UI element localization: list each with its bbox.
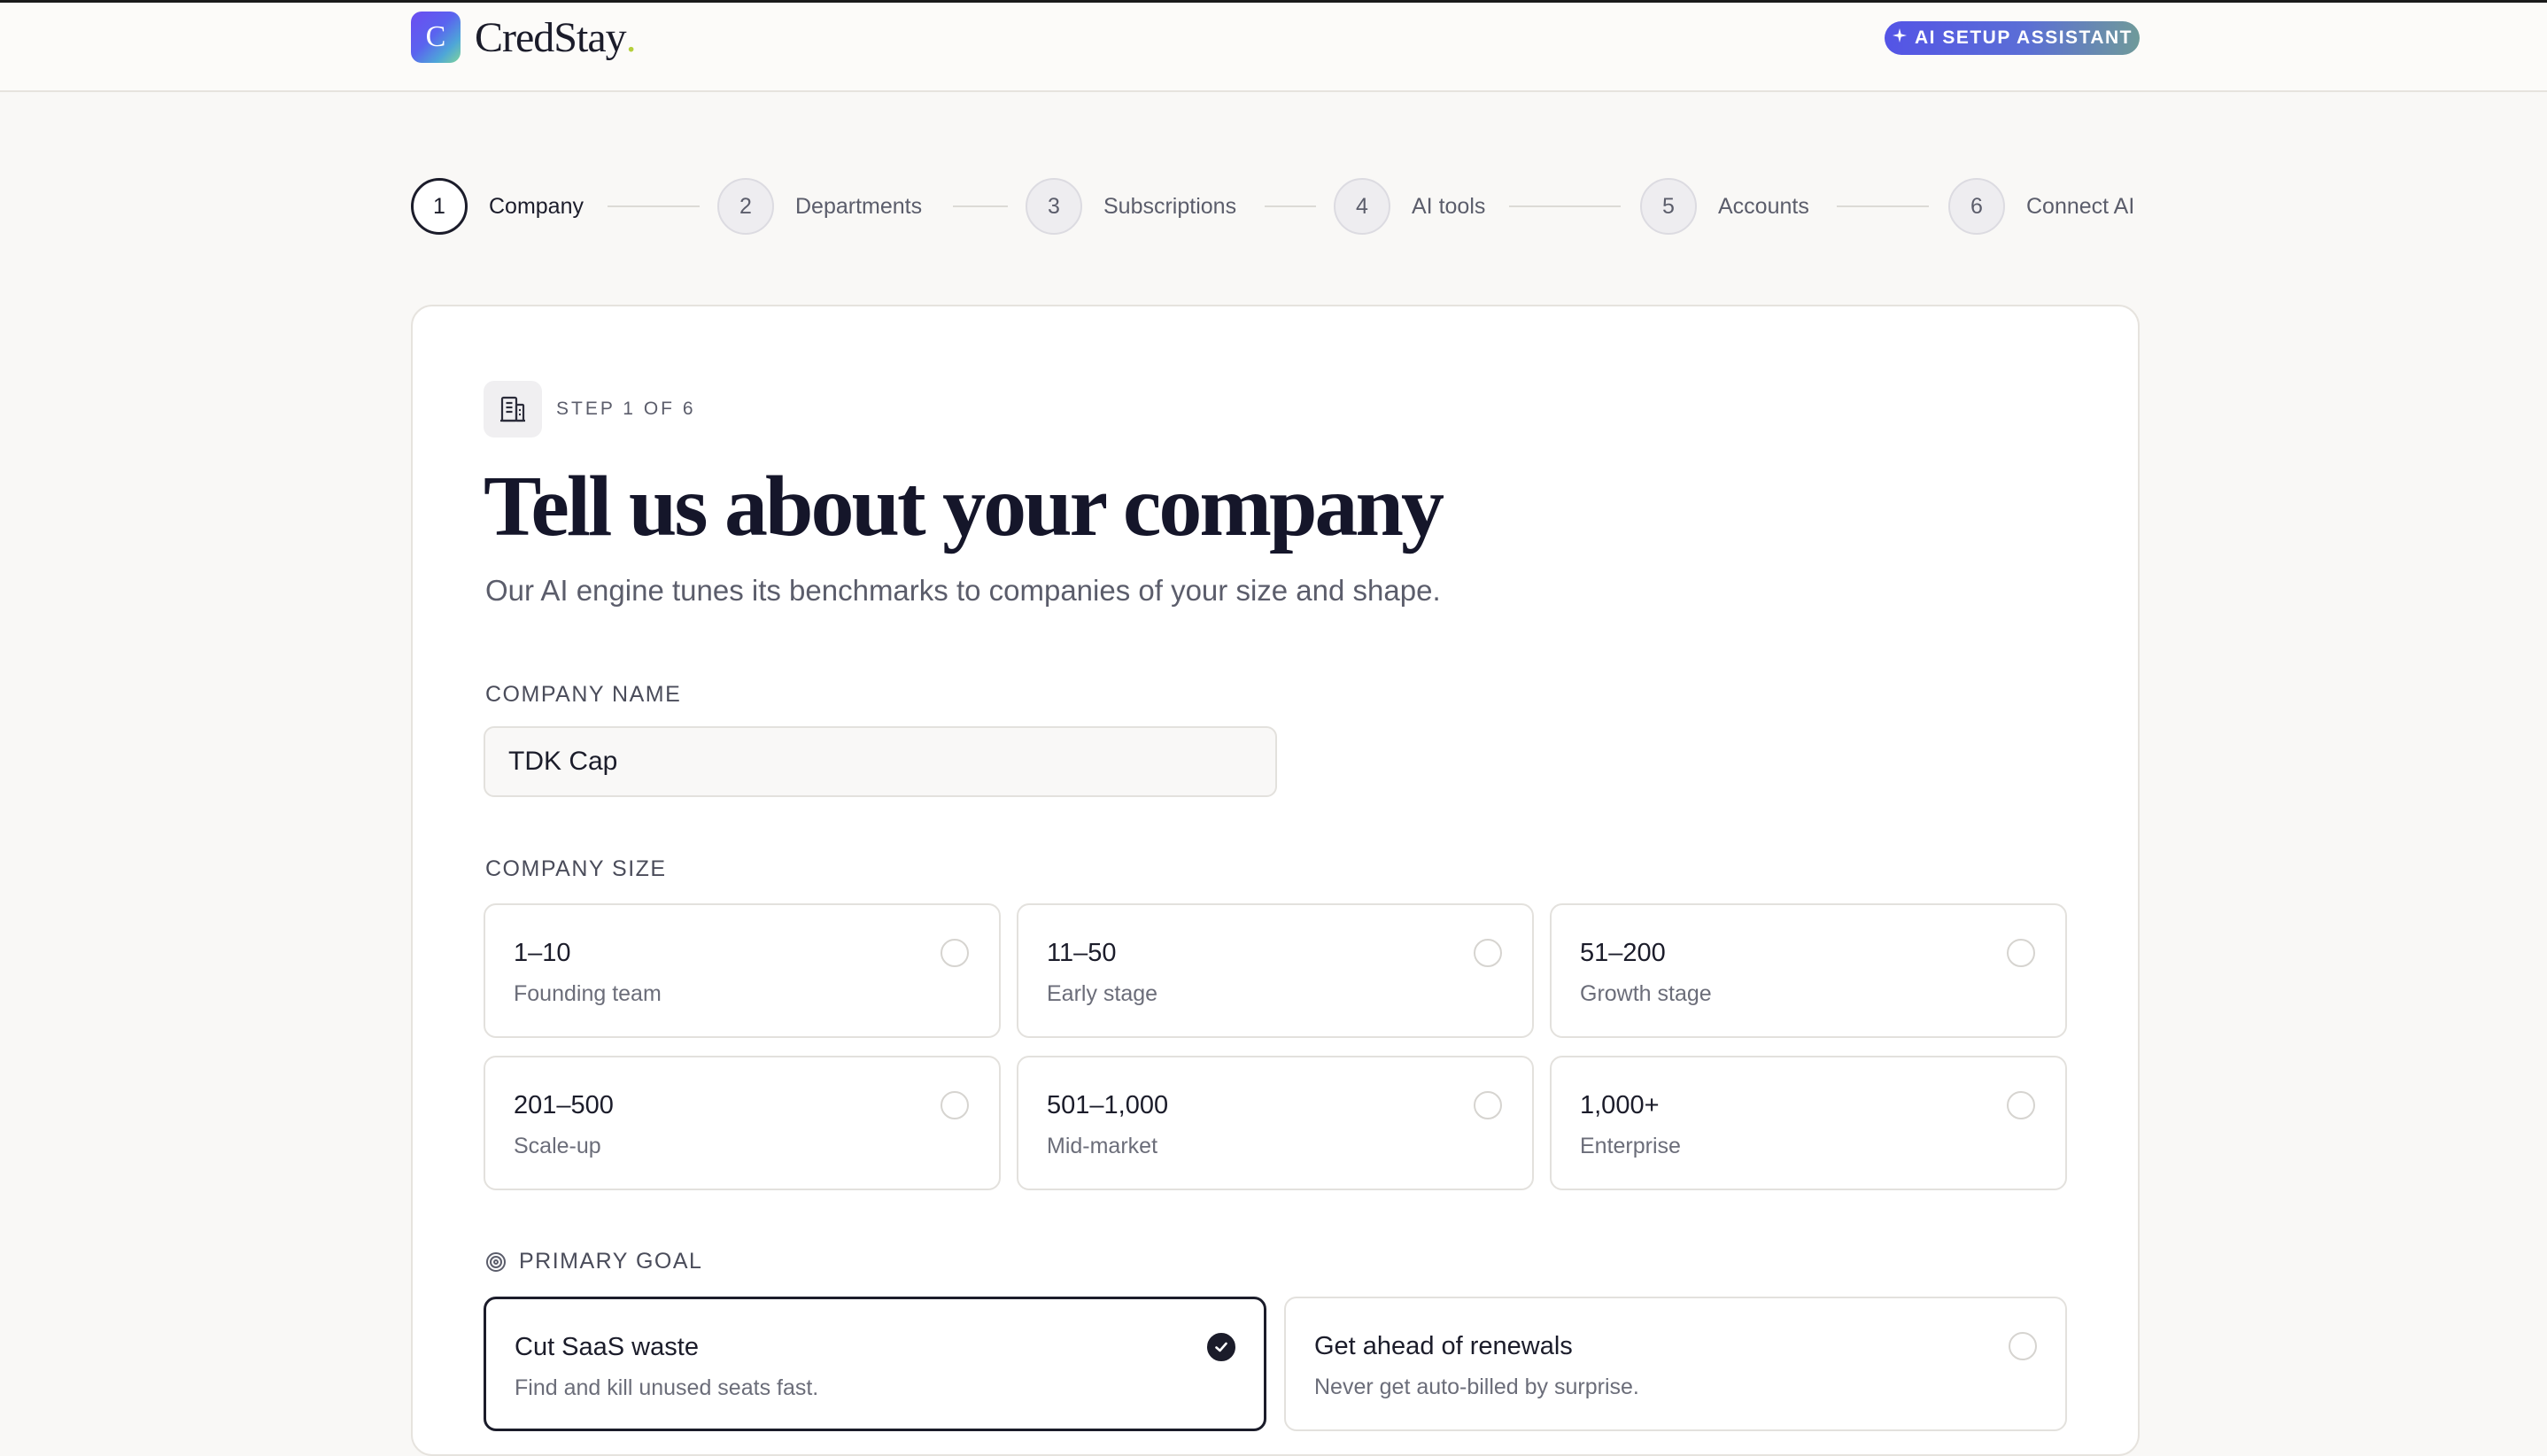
size-option-51-200[interactable]: 51–200 Growth stage: [1550, 903, 2067, 1038]
progress-stepper: 1 Company 2 Departments 3 Subscriptions …: [411, 177, 2140, 236]
step-connector: [953, 205, 1008, 207]
option-subtitle: Never get auto-billed by surprise.: [1314, 1375, 1639, 1399]
ai-setup-assistant-label: AI SETUP ASSISTANT: [1915, 27, 2133, 48]
step-connect-ai[interactable]: 6 Connect AI: [1948, 177, 2134, 236]
option-subtitle: Find and kill unused seats fast.: [515, 1375, 819, 1400]
target-icon: [485, 1251, 507, 1273]
step-accounts[interactable]: 5 Accounts: [1640, 177, 1809, 236]
step-label: Accounts: [1718, 193, 1809, 219]
radio-button[interactable]: [1474, 939, 1502, 967]
step-number: 3: [1026, 178, 1082, 235]
step-connector: [1837, 205, 1929, 207]
step-subscriptions[interactable]: 3 Subscriptions: [1026, 177, 1236, 236]
size-option-11-50[interactable]: 11–50 Early stage: [1017, 903, 1534, 1038]
primary-goal-label: PRIMARY GOAL: [485, 1249, 702, 1274]
step-label: AI tools: [1412, 193, 1486, 219]
option-subtitle: Mid-market: [1047, 1134, 1158, 1158]
option-title: 1–10: [514, 939, 571, 967]
check-icon: [1213, 1339, 1229, 1355]
step-indicator: STEP 1 OF 6: [556, 399, 696, 419]
primary-goal-text: PRIMARY GOAL: [519, 1249, 703, 1274]
goal-option-cut-saas-waste[interactable]: Cut SaaS waste Find and kill unused seat…: [484, 1297, 1266, 1431]
radio-button-checked[interactable]: [1207, 1333, 1235, 1361]
option-title: 51–200: [1580, 939, 1666, 967]
building-icon: [484, 381, 542, 438]
option-subtitle: Growth stage: [1580, 981, 1712, 1006]
company-size-label: COMPANY SIZE: [485, 856, 667, 881]
option-subtitle: Scale-up: [514, 1134, 601, 1158]
option-subtitle: Enterprise: [1580, 1134, 1681, 1158]
step-number: 2: [717, 178, 774, 235]
step-number: 5: [1640, 178, 1697, 235]
step-number: 6: [1948, 178, 2005, 235]
radio-button[interactable]: [941, 939, 969, 967]
logo-mark: C: [411, 12, 461, 63]
radio-button[interactable]: [2007, 939, 2035, 967]
logo[interactable]: C CredStay.: [411, 12, 637, 63]
option-title: 11–50: [1047, 939, 1117, 967]
option-title: Get ahead of renewals: [1314, 1332, 1573, 1360]
brand-name: CredStay: [475, 13, 627, 61]
step-connector: [1509, 205, 1621, 207]
step-label: Company: [489, 193, 584, 219]
option-title: 201–500: [514, 1091, 614, 1119]
size-option-1000-plus[interactable]: 1,000+ Enterprise: [1550, 1056, 2067, 1190]
option-subtitle: Early stage: [1047, 981, 1158, 1006]
step-connector: [1265, 205, 1316, 207]
step-number: 4: [1334, 178, 1390, 235]
top-bar: C CredStay. AI SETUP ASSISTANT: [0, 0, 2547, 92]
page-title: Tell us about your company: [484, 459, 1444, 554]
company-name-input[interactable]: [484, 726, 1277, 797]
step-label: Connect AI: [2026, 193, 2135, 219]
radio-button[interactable]: [2009, 1332, 2037, 1360]
radio-button[interactable]: [941, 1091, 969, 1119]
page-subtitle: Our AI engine tunes its benchmarks to co…: [485, 574, 1441, 607]
radio-button[interactable]: [2007, 1091, 2035, 1119]
step-company[interactable]: 1 Company: [411, 177, 584, 236]
company-name-label: COMPANY NAME: [485, 682, 682, 707]
step-label: Departments: [795, 193, 923, 219]
step-number: 1: [411, 178, 468, 235]
step-departments[interactable]: 2 Departments: [717, 177, 922, 236]
size-option-501-1000[interactable]: 501–1,000 Mid-market: [1017, 1056, 1534, 1190]
goal-option-get-ahead-of-renewals[interactable]: Get ahead of renewals Never get auto-bil…: [1284, 1297, 2067, 1431]
radio-button[interactable]: [1474, 1091, 1502, 1119]
option-title: 1,000+: [1580, 1091, 1660, 1119]
size-option-201-500[interactable]: 201–500 Scale-up: [484, 1056, 1001, 1190]
step-ai-tools[interactable]: 4 AI tools: [1334, 177, 1485, 236]
option-title: 501–1,000: [1047, 1091, 1169, 1119]
sparkle-icon: [1892, 27, 1908, 49]
company-step-card: STEP 1 OF 6 Tell us about your company O…: [411, 305, 2140, 1456]
ai-setup-assistant-button[interactable]: AI SETUP ASSISTANT: [1885, 21, 2140, 55]
option-title: Cut SaaS waste: [515, 1333, 699, 1361]
brand-dot: .: [625, 13, 637, 61]
option-subtitle: Founding team: [514, 981, 662, 1006]
size-option-1-10[interactable]: 1–10 Founding team: [484, 903, 1001, 1038]
step-label: Subscriptions: [1103, 193, 1237, 219]
step-connector: [608, 205, 700, 207]
